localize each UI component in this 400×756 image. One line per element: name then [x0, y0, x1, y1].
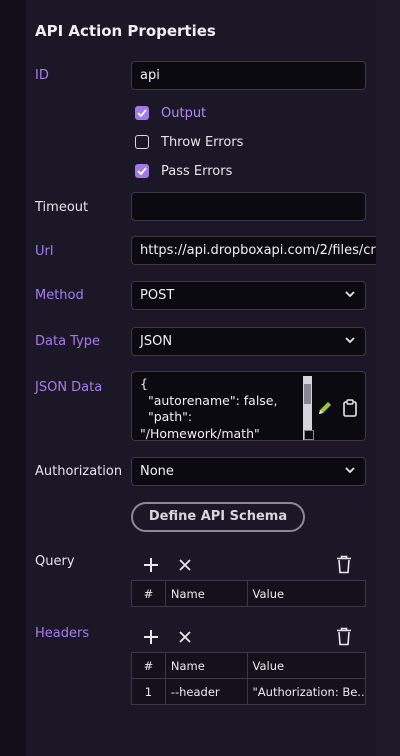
method-label: Method [35, 288, 84, 303]
timeout-input[interactable] [131, 192, 366, 221]
output-label: Output [161, 105, 207, 121]
header-name-cell[interactable]: --header [166, 679, 248, 704]
authorization-label: Authorization [35, 464, 123, 479]
resize-handle-icon[interactable] [304, 430, 314, 440]
pencil-icon[interactable] [316, 399, 334, 417]
json-data-label: JSON Data [35, 380, 103, 395]
authorization-select[interactable]: None [131, 457, 366, 486]
pass-errors-label: Pass Errors [161, 163, 233, 179]
authorization-value: None [140, 464, 174, 479]
query-label: Query [35, 554, 75, 569]
pass-errors-checkbox-row[interactable]: Pass Errors [135, 162, 232, 180]
plus-icon[interactable] [143, 557, 159, 573]
header-value-cell[interactable]: "Authorization: Be... [248, 679, 365, 704]
json-data-editor[interactable]: { "autorename": false, "path": "/Homewor… [131, 371, 366, 441]
column-header: Name [166, 653, 248, 678]
method-select[interactable]: POST [131, 281, 366, 310]
column-header: Name [166, 581, 248, 606]
output-checkbox-row[interactable]: Output [135, 104, 206, 122]
trash-icon[interactable] [336, 627, 352, 646]
checkmark-icon [137, 167, 147, 175]
column-header: # [132, 653, 166, 678]
table-header-row: # Name Value [132, 653, 365, 678]
column-header: Value [252, 658, 285, 673]
trash-icon[interactable] [336, 555, 352, 574]
url-input[interactable]: https://api.dropboxapi.com/2/files/cre [131, 236, 376, 265]
define-api-schema-button[interactable]: Define API Schema [131, 502, 305, 532]
close-icon[interactable] [178, 558, 192, 572]
throw-errors-checkbox[interactable] [135, 135, 149, 149]
output-checkbox[interactable] [135, 106, 149, 120]
data-type-select[interactable]: JSON [131, 327, 366, 356]
timeout-label: Timeout [35, 200, 89, 215]
throw-errors-label: Throw Errors [161, 134, 244, 150]
headers-label: Headers [35, 626, 90, 641]
url-label: Url [35, 244, 54, 259]
column-header: Value [252, 586, 285, 601]
table-header-row: # Name Value [132, 581, 365, 606]
api-action-properties-panel: API Action Properties ID api Output Thro… [26, 0, 376, 756]
chevron-down-icon [345, 467, 355, 474]
id-input[interactable]: api [131, 61, 366, 90]
id-label: ID [35, 68, 49, 83]
right-scroll-strip [376, 0, 400, 756]
table-row[interactable]: 1 --header "Authorization: Be... [132, 678, 365, 704]
headers-table: # Name Value 1 --header "Authorization: … [131, 652, 366, 705]
throw-errors-checkbox-row[interactable]: Throw Errors [135, 133, 243, 151]
data-type-value: JSON [140, 334, 173, 349]
panel-title: API Action Properties [35, 22, 216, 40]
checkmark-icon [137, 109, 147, 117]
chevron-down-icon [345, 337, 355, 344]
close-icon[interactable] [178, 630, 192, 644]
query-table: # Name Value [131, 580, 366, 607]
method-value: POST [140, 288, 175, 303]
row-number: 1 [132, 679, 166, 704]
column-header: # [132, 581, 166, 606]
pass-errors-checkbox[interactable] [135, 164, 149, 178]
left-sidebar-strip [0, 0, 26, 756]
data-type-label: Data Type [35, 334, 101, 349]
plus-icon[interactable] [143, 629, 159, 645]
json-data-text[interactable]: { "autorename": false, "path": "/Homewor… [140, 376, 300, 440]
json-scrollbar-thumb[interactable] [304, 384, 311, 404]
clipboard-icon[interactable] [342, 399, 358, 417]
chevron-down-icon [345, 291, 355, 298]
